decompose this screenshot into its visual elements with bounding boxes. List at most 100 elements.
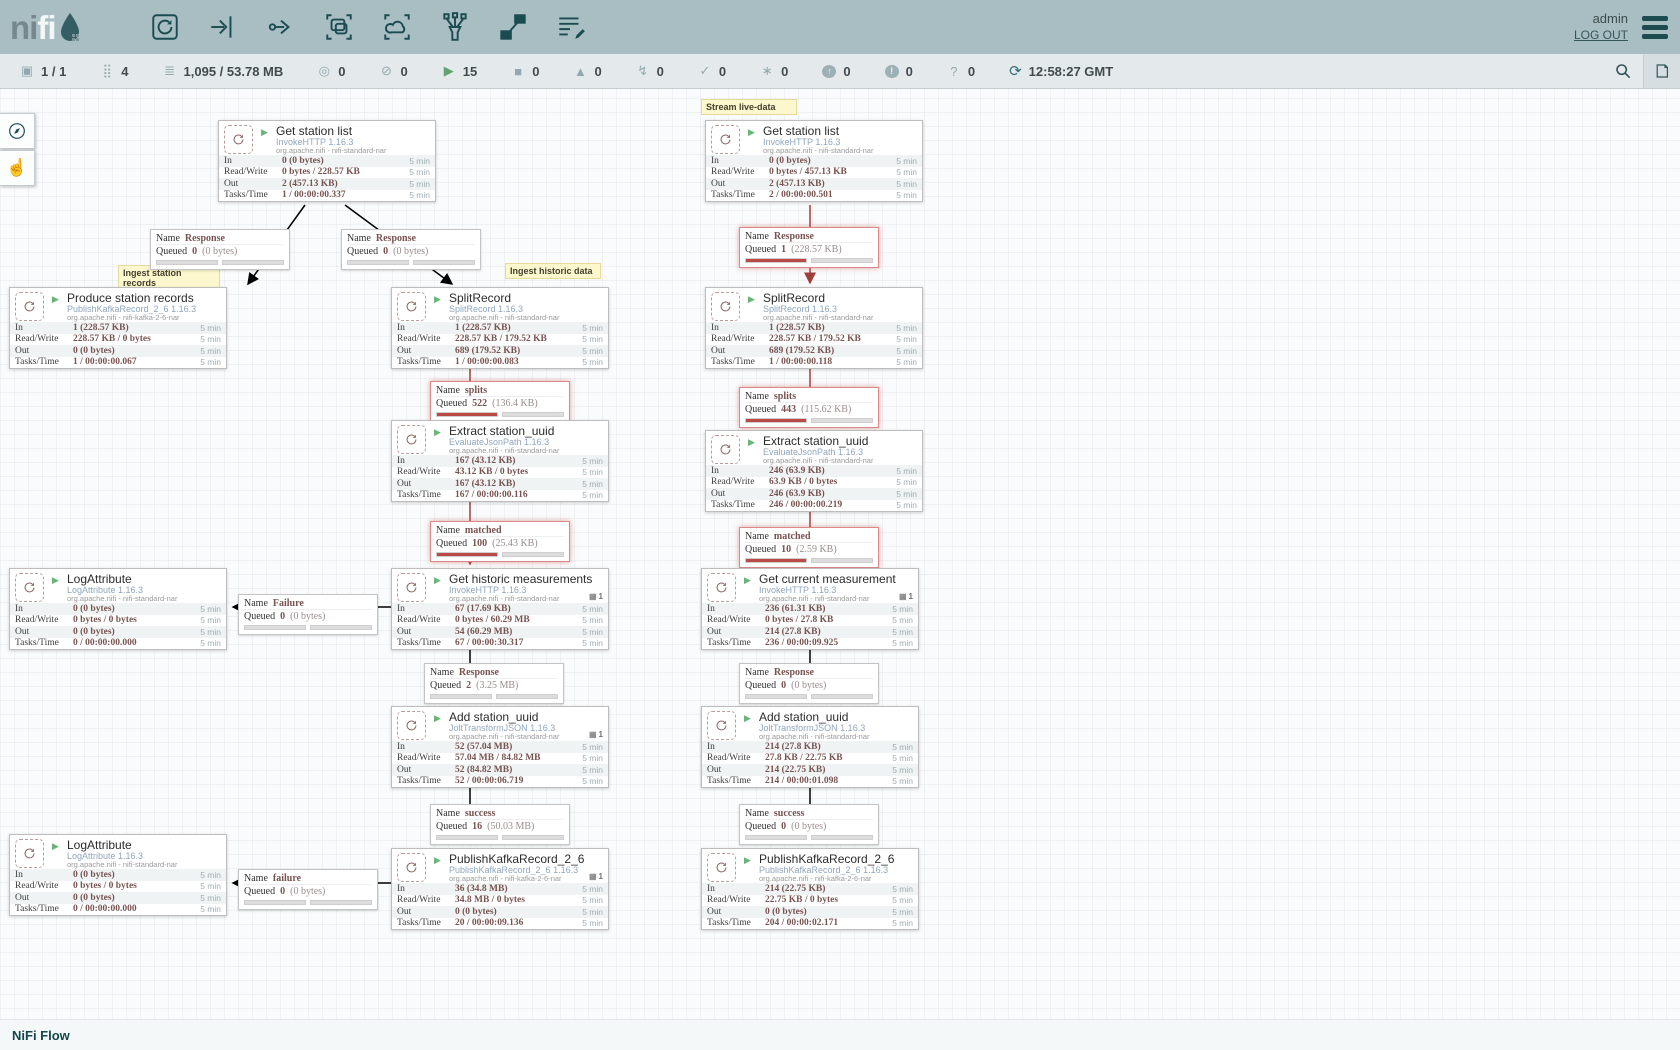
processor-type-icon [15, 839, 44, 868]
processor-add-station-uuid-left[interactable]: ▶ Add station_uuid JoltTransformJSON 1.1… [391, 706, 609, 788]
processor-type-icon [707, 573, 736, 602]
processor-add-station-uuid-right[interactable]: ▶ Add station_uuid JoltTransformJSON 1.1… [701, 706, 919, 788]
breadcrumb[interactable]: NiFi Flow [12, 1028, 70, 1043]
processor-type-icon [397, 292, 426, 321]
queue-count-bar [745, 418, 807, 423]
processor-stat-row: Out689 (179.52 KB)5 min [392, 345, 608, 357]
processor-bundle: org.apache.nifi - nifi-standard-nar [449, 594, 559, 603]
processor-icon[interactable] [148, 10, 182, 44]
operate-palette-button[interactable]: ☝ [0, 150, 35, 186]
processor-name: Produce station records [67, 291, 194, 305]
processor-name: Extract station_uuid [763, 434, 868, 448]
label-icon[interactable] [554, 10, 588, 44]
processor-split-record-left[interactable]: ▶ SplitRecord SplitRecord 1.16.3 org.apa… [391, 287, 609, 369]
flow-canvas[interactable]: ☝ Stream live-dataIngest station records… [0, 0, 1680, 1050]
processor-stat-row: Out2 (457.13 KB)5 min [219, 178, 435, 190]
processor-stat-row: Out0 (0 bytes)5 min [702, 906, 918, 918]
processor-stat-row: Read/Write22.75 KB / 0 bytes5 min [702, 895, 918, 907]
connection-label-splits-left[interactable]: Namesplits Queued522(136.4 KB) [430, 381, 570, 422]
processor-bundle: org.apache.nifi - nifi-standard-nar [763, 456, 873, 465]
processor-log-attribute-top[interactable]: ▶ LogAttribute LogAttribute 1.16.3 org.a… [9, 568, 227, 650]
threads-badge-icon: ▦ [589, 872, 597, 881]
processor-get-station-list-right[interactable]: ▶ Get station list InvokeHTTP 1.16.3 org… [705, 120, 923, 202]
processor-stat-row: Out214 (27.8 KB)5 min [702, 626, 918, 638]
run-status-icon: ▶ [434, 294, 441, 305]
funnel-icon[interactable] [438, 10, 472, 44]
cluster-icon: ▣ [20, 63, 34, 79]
processor-stat-row: In236 (61.31 KB)5 min [702, 603, 918, 615]
connection-label-matched-right[interactable]: Namematched Queued10(2.59 KB) [739, 527, 879, 568]
processor-stat-row: Tasks/Time1 / 00:00:00.0675 min [10, 357, 226, 369]
processor-name: Extract station_uuid [449, 424, 554, 438]
stale-indicator: ↑ 0 [822, 64, 850, 79]
processor-stat-row: Tasks/Time1 / 00:00:00.3375 min [219, 190, 435, 202]
label-stream-live-data[interactable]: Stream live-data [701, 99, 797, 115]
processor-stat-row: Read/Write57.04 MB / 84.82 MB5 min [392, 753, 608, 765]
processor-type-icon [397, 573, 426, 602]
remote-process-group-icon[interactable] [380, 10, 414, 44]
processor-stat-row: Read/Write228.57 KB / 179.52 KB5 min [706, 334, 922, 346]
search-button[interactable] [1603, 54, 1643, 88]
input-port-icon[interactable] [206, 10, 240, 44]
label-ingest-historic-data[interactable]: Ingest historic data [505, 263, 601, 279]
processor-stat-row: Read/Write0 bytes / 0 bytes5 min [10, 615, 226, 627]
connection-label-response-left-1[interactable]: NameResponse Queued0(0 bytes) [150, 229, 290, 270]
running-indicator: ▶ 15 [442, 63, 477, 79]
processor-extract-station-uuid-right[interactable]: ▶ Extract station_uuid EvaluateJsonPath … [705, 430, 923, 512]
queue-count-bar [347, 260, 409, 265]
processor-publish-kafka-left[interactable]: ▶ PublishKafkaRecord_2_6 PublishKafkaRec… [391, 848, 609, 930]
navigate-palette-button[interactable] [0, 113, 35, 149]
processor-log-attribute-bottom[interactable]: ▶ LogAttribute LogAttribute 1.16.3 org.a… [9, 834, 227, 916]
connection-label-matched-left[interactable]: Namematched Queued100(25.43 KB) [430, 521, 570, 562]
connection-label-failure-bottom[interactable]: Namefailure Queued0(0 bytes) [238, 869, 378, 910]
queue-count-bar [745, 258, 807, 263]
queue-count-bar [436, 412, 498, 417]
run-status-icon: ▶ [748, 127, 755, 138]
processor-publish-kafka-right[interactable]: ▶ PublishKafkaRecord_2_6 PublishKafkaRec… [701, 848, 919, 930]
processor-split-record-right[interactable]: ▶ SplitRecord SplitRecord 1.16.3 org.apa… [705, 287, 923, 369]
processor-name: Get current measurement [759, 572, 896, 586]
template-icon[interactable] [496, 10, 530, 44]
output-port-icon[interactable] [264, 10, 298, 44]
processor-extract-station-uuid-left[interactable]: ▶ Extract station_uuid EvaluateJsonPath … [391, 420, 609, 502]
processor-get-station-list-left[interactable]: ▶ Get station list InvokeHTTP 1.16.3 org… [218, 120, 436, 202]
locally-modified-stale-indicator: ! 0 [885, 64, 913, 79]
process-group-icon[interactable] [322, 10, 356, 44]
connection-label-response-right[interactable]: NameResponse Queued1(228.57 KB) [739, 227, 879, 268]
processor-name: Get station list [276, 124, 352, 138]
queue-count-bar [156, 260, 218, 265]
processor-bundle: org.apache.nifi - nifi-standard-nar [759, 594, 869, 603]
processor-type-icon [711, 292, 740, 321]
active-thread-count: ▦1 [899, 592, 913, 601]
processor-type-icon [224, 125, 253, 154]
connection-label-response-current[interactable]: NameResponse Queued0(0 bytes) [739, 663, 879, 704]
processor-name: Get station list [763, 124, 839, 138]
processor-produce-station-records[interactable]: ▶ Produce station records PublishKafkaRe… [9, 287, 227, 369]
locally-modified-stale-icon: ! [885, 65, 899, 78]
connection-label-failure-top[interactable]: NameFailure Queued0(0 bytes) [238, 594, 378, 635]
connection-label-response-left-2[interactable]: NameResponse Queued0(0 bytes) [341, 229, 481, 270]
processor-stat-row: Out52 (84.82 MB)5 min [392, 764, 608, 776]
connection-label-splits-right[interactable]: Namesplits Queued443(115.62 KB) [739, 387, 879, 428]
processor-stat-row: Read/Write43.12 KB / 0 bytes5 min [392, 467, 608, 479]
processor-name: PublishKafkaRecord_2_6 [449, 852, 584, 866]
connection-label-success-right[interactable]: Namesuccess Queued0(0 bytes) [739, 804, 879, 845]
processor-stat-row: Out0 (0 bytes)5 min [392, 906, 608, 918]
processor-name: SplitRecord [449, 291, 511, 305]
logout-link[interactable]: LOG OUT [1574, 28, 1628, 43]
processor-stat-row: Out0 (0 bytes)5 min [10, 892, 226, 904]
global-menu-icon[interactable] [1642, 16, 1668, 39]
refresh-icon[interactable]: ⟳ [1009, 62, 1022, 80]
processor-stat-row: Read/Write63.9 KB / 0 bytes5 min [706, 477, 922, 489]
search-icon [1613, 61, 1633, 81]
processor-get-historic-measurements[interactable]: ▶ Get historic measurements InvokeHTTP 1… [391, 568, 609, 650]
processor-type-icon [711, 125, 740, 154]
processor-type-icon [397, 425, 426, 454]
logo-text-ni: ni [10, 11, 37, 44]
processor-bundle: org.apache.nifi - nifi-kafka-2-6-nar [759, 874, 872, 883]
new-window-button[interactable] [1643, 54, 1680, 88]
connection-label-response-historic[interactable]: NameResponse Queued2(3.25 MB) [424, 663, 564, 704]
processor-get-current-measurement[interactable]: ▶ Get current measurement InvokeHTTP 1.1… [701, 568, 919, 650]
processor-stat-row: In214 (22.75 KB)5 min [702, 883, 918, 895]
connection-label-success-left[interactable]: Namesuccess Queued16(50.03 MB) [430, 804, 570, 845]
